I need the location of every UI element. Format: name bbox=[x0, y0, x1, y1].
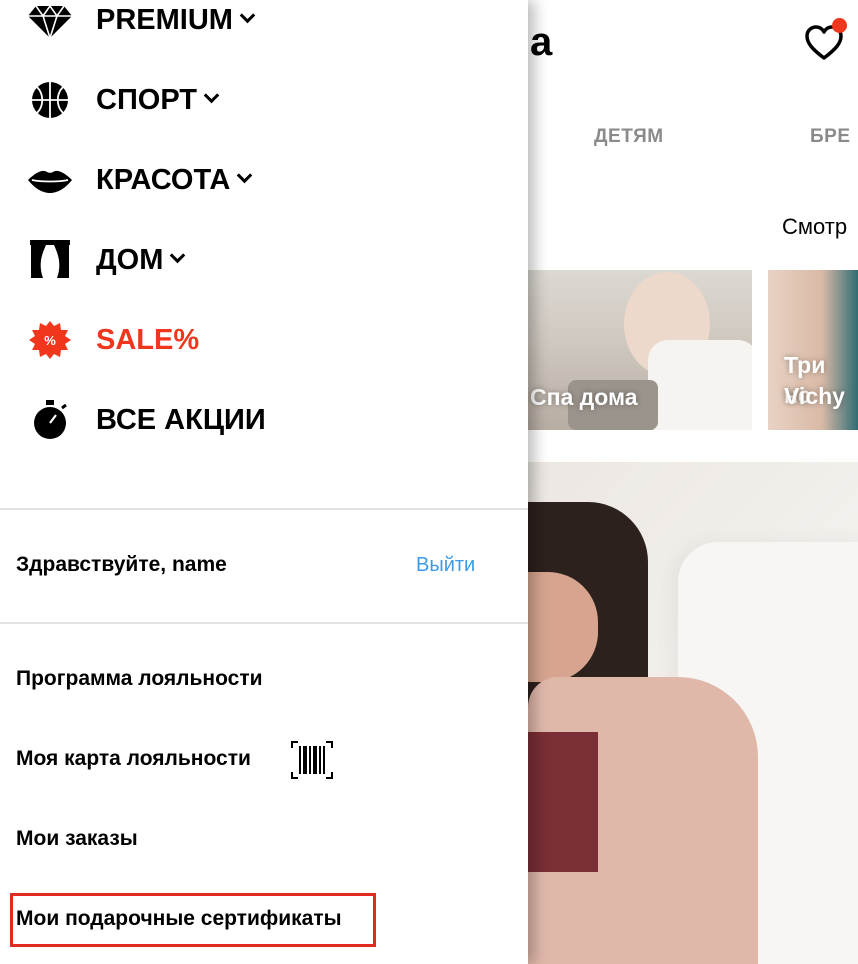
diamond-icon bbox=[28, 4, 72, 40]
card-photo-robe bbox=[648, 340, 752, 430]
user-greeting: Здравствуйте, name bbox=[16, 553, 227, 576]
see-all-link[interactable]: Смотр bbox=[782, 214, 847, 240]
logout-link[interactable]: Выйти bbox=[416, 554, 475, 577]
promo-card-subtitle: Vichy bbox=[784, 383, 845, 409]
menu-item-label: PREMIUM bbox=[96, 2, 256, 38]
tab-brands[interactable]: БРЕ bbox=[810, 126, 851, 148]
stopwatch-icon bbox=[34, 400, 67, 439]
menu-item-beauty[interactable]: КРАСОТА bbox=[0, 140, 528, 220]
svg-text:%: % bbox=[44, 333, 56, 348]
barcode-icon[interactable] bbox=[290, 740, 334, 780]
chevron-down-icon bbox=[203, 87, 220, 104]
chevron-down-icon bbox=[170, 247, 186, 264]
divider bbox=[0, 622, 528, 624]
hero-banner[interactable] bbox=[528, 462, 858, 964]
menu-item-sale[interactable]: % SALE% bbox=[0, 300, 528, 380]
highlight-box bbox=[10, 893, 376, 947]
loyalty-card-link[interactable]: Моя карта лояльности bbox=[16, 747, 251, 771]
promo-card-vichy[interactable]: Три нс Vichy bbox=[768, 270, 858, 430]
menu-item-home[interactable]: ДОМ bbox=[0, 220, 528, 300]
promo-card-title: Спа дома bbox=[530, 384, 638, 410]
menu-item-premium[interactable]: PREMIUM bbox=[0, 0, 528, 60]
menu-item-label: ДОМ bbox=[96, 242, 186, 278]
my-orders-link[interactable]: Мои заказы bbox=[16, 827, 138, 851]
menu-item-sport[interactable]: СПОРТ bbox=[0, 60, 528, 140]
tab-kids[interactable]: ДЕТЯМ bbox=[594, 126, 664, 148]
basketball-icon bbox=[32, 82, 68, 118]
logo: a bbox=[530, 20, 553, 64]
loyalty-program-link[interactable]: Программа лояльности bbox=[16, 667, 263, 691]
menu-item-label: КРАСОТА bbox=[96, 162, 253, 198]
menu-item-all-promotions[interactable]: ВСЕ АКЦИИ bbox=[0, 380, 528, 460]
menu-item-label: ВСЕ АКЦИИ bbox=[96, 404, 266, 436]
nav-drawer: PREMIUM СПОРТ КРАСОТА ДОМ % SALE% ВСЕ АК… bbox=[0, 0, 528, 964]
menu-item-label: СПОРТ bbox=[96, 82, 220, 118]
chevron-down-icon bbox=[237, 167, 253, 184]
chevron-down-icon bbox=[239, 7, 256, 24]
percent-badge-icon: % bbox=[29, 321, 71, 359]
favorites-badge bbox=[832, 18, 847, 33]
curtains-icon bbox=[30, 240, 70, 278]
hero-photo-shirt bbox=[528, 732, 598, 872]
menu-item-label: SALE% bbox=[96, 324, 200, 356]
divider bbox=[0, 508, 528, 510]
promo-card-spa[interactable]: Спа дома bbox=[528, 270, 752, 430]
lips-icon bbox=[28, 170, 72, 193]
